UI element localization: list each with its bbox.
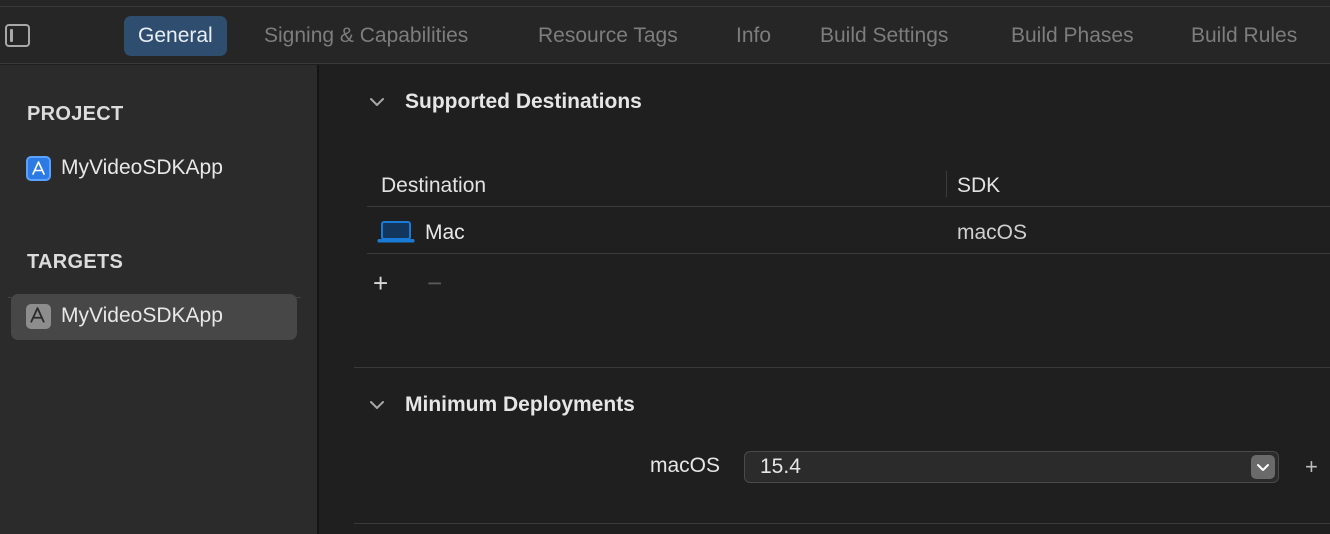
editor-tab-bar: General Signing & Capabilities Resource … xyxy=(0,0,1330,64)
target-app-icon xyxy=(26,304,51,329)
sidebar-item-target[interactable]: MyVideoSDKApp xyxy=(11,294,297,340)
top-divider xyxy=(0,6,1330,7)
tab-signing-capabilities[interactable]: Signing & Capabilities xyxy=(264,16,468,56)
sidebar-item-label: MyVideoSDKApp xyxy=(61,156,223,179)
minimum-deployments-title: Minimum Deployments xyxy=(405,393,635,416)
laptop-icon xyxy=(377,221,415,243)
section-divider xyxy=(354,367,1330,368)
tab-resource-tags[interactable]: Resource Tags xyxy=(538,16,678,56)
column-header-destination[interactable]: Destination xyxy=(381,174,486,198)
project-heading: PROJECT xyxy=(27,103,124,125)
add-deployment-button[interactable]: + xyxy=(1305,454,1318,480)
supported-destinations-title: Supported Destinations xyxy=(405,90,642,113)
general-settings-pane: Supported Destinations Destination SDK M… xyxy=(319,65,1330,534)
tab-general[interactable]: General xyxy=(124,16,227,56)
chevron-down-icon[interactable] xyxy=(369,94,385,110)
sidebar-item-project[interactable]: MyVideoSDKApp xyxy=(11,146,297,192)
sdk-cell: macOS xyxy=(957,221,1028,244)
column-divider[interactable] xyxy=(946,171,947,197)
destination-cell: Mac xyxy=(425,221,465,244)
tab-build-rules[interactable]: Build Rules xyxy=(1191,16,1297,56)
tab-info[interactable]: Info xyxy=(736,16,771,56)
project-app-icon xyxy=(26,156,51,181)
sidebar-toggle-icon[interactable] xyxy=(5,24,30,47)
deployment-platform-label: macOS xyxy=(650,454,721,477)
add-destination-button[interactable]: + xyxy=(373,270,388,296)
section-divider xyxy=(354,523,1330,524)
sidebar-item-label: MyVideoSDKApp xyxy=(61,304,223,327)
project-target-sidebar: PROJECT MyVideoSDKApp TARGETS MyVideoSDK… xyxy=(0,65,317,534)
table-row[interactable]: Mac macOS xyxy=(367,207,1330,254)
column-header-sdk[interactable]: SDK xyxy=(957,174,1000,198)
chevron-up-down-icon[interactable] xyxy=(1251,455,1275,479)
destinations-table-header: Destination SDK xyxy=(367,165,1330,207)
tab-build-settings[interactable]: Build Settings xyxy=(820,16,948,56)
tab-build-phases[interactable]: Build Phases xyxy=(1011,16,1134,56)
deployment-version-select[interactable]: 15.4 xyxy=(744,451,1279,483)
selected-version: 15.4 xyxy=(760,455,801,478)
remove-destination-button[interactable]: − xyxy=(427,270,442,296)
chevron-down-icon[interactable] xyxy=(369,397,385,413)
targets-heading: TARGETS xyxy=(27,251,124,273)
